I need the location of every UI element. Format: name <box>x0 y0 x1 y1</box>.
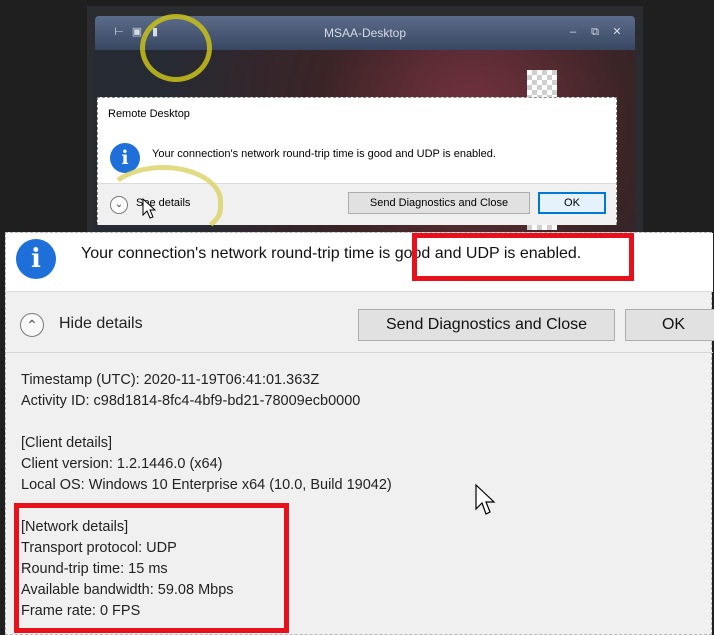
chevron-up-icon[interactable]: ⌃ <box>20 313 44 337</box>
close-icon[interactable]: ✕ <box>611 26 623 38</box>
expanded-connection-dialog: i Your connection's network round-trip t… <box>5 232 714 635</box>
detail-timestamp: Timestamp (UTC): 2020-11-19T06:41:01.363… <box>21 372 320 388</box>
send-diagnostics-button[interactable]: Send Diagnostics and Close <box>358 309 615 341</box>
yellow-annotation-arc <box>103 165 223 237</box>
detail-client-version: Client version: 1.2.1446.0 (x64) <box>21 456 223 472</box>
dialog-caption: Remote Desktop <box>108 108 190 120</box>
ok-button[interactable]: OK <box>538 192 606 214</box>
hide-details-link[interactable]: Hide details <box>59 315 143 333</box>
send-diagnostics-button[interactable]: Send Diagnostics and Close <box>348 192 530 214</box>
yellow-annotation-circle <box>140 14 212 82</box>
divider <box>6 291 713 292</box>
info-icon: i <box>16 239 56 279</box>
mouse-cursor-icon <box>142 198 157 219</box>
divider <box>6 352 713 353</box>
mouse-cursor-icon <box>475 483 496 515</box>
detail-local-os: Local OS: Windows 10 Enterprise x64 (10.… <box>21 477 392 493</box>
restore-icon[interactable]: ⧉ <box>589 26 601 38</box>
connection-message: Your connection's network round-trip tim… <box>152 148 496 160</box>
detail-activity-id: Activity ID: c98d1814-8fc4-4bf9-bd21-780… <box>21 393 361 409</box>
detail-client-header: [Client details] <box>21 435 113 451</box>
minimize-icon[interactable]: – <box>567 26 579 38</box>
red-highlight-box <box>412 233 634 281</box>
red-highlight-box <box>14 503 289 633</box>
ok-button[interactable]: OK <box>625 309 714 341</box>
